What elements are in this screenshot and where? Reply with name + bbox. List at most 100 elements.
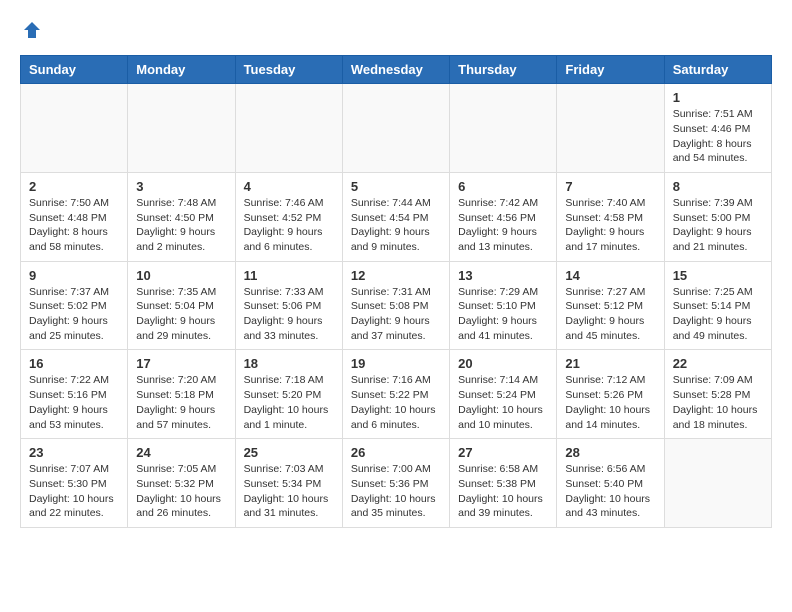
day-info: Sunrise: 7:31 AM Sunset: 5:08 PM Dayligh… [351, 285, 441, 344]
day-number: 10 [136, 268, 226, 283]
calendar-cell: 19 Sunrise: 7:16 AM Sunset: 5:22 PM Dayli… [342, 350, 449, 439]
weekday-header: Friday [557, 56, 664, 84]
day-number: 5 [351, 179, 441, 194]
calendar-week-row: 16 Sunrise: 7:22 AM Sunset: 5:16 PM Dayli… [21, 350, 772, 439]
day-number: 20 [458, 356, 548, 371]
calendar-cell: 2 Sunrise: 7:50 AM Sunset: 4:48 PM Daylig… [21, 172, 128, 261]
calendar-cell: 21 Sunrise: 7:12 AM Sunset: 5:26 PM Dayli… [557, 350, 664, 439]
calendar-cell: 23 Sunrise: 7:07 AM Sunset: 5:30 PM Dayli… [21, 439, 128, 528]
weekday-header: Wednesday [342, 56, 449, 84]
weekday-header-row: SundayMondayTuesdayWednesdayThursdayFrid… [21, 56, 772, 84]
calendar-cell: 12Sunrise: 7:31 AM Sunset: 5:08 PM Dayli… [342, 261, 449, 350]
logo [20, 20, 42, 45]
day-info: Sunrise: 7:22 AM Sunset: 5:16 PM Dayligh… [29, 373, 119, 432]
day-number: 26 [351, 445, 441, 460]
calendar-cell [557, 84, 664, 173]
calendar-cell: 13 Sunrise: 7:29 AM Sunset: 5:10 PM Dayli… [450, 261, 557, 350]
calendar-cell: 10 Sunrise: 7:35 AM Sunset: 5:04 PM Dayli… [128, 261, 235, 350]
day-info: Sunrise: 7:42 AM Sunset: 4:56 PM Dayligh… [458, 196, 548, 255]
day-info: Sunrise: 7:46 AM Sunset: 4:52 PM Dayligh… [244, 196, 334, 255]
day-number: 21 [565, 356, 655, 371]
day-info: Sunrise: 7:07 AM Sunset: 5:30 PM Dayligh… [29, 462, 119, 521]
day-info: Sunrise: 7:39 AM Sunset: 5:00 PM Dayligh… [673, 196, 763, 255]
calendar-cell [664, 439, 771, 528]
day-number: 9 [29, 268, 119, 283]
weekday-header: Tuesday [235, 56, 342, 84]
day-info: Sunrise: 6:56 AM Sunset: 5:40 PM Dayligh… [565, 462, 655, 521]
calendar-cell: 20 Sunrise: 7:14 AM Sunset: 5:24 PM Dayli… [450, 350, 557, 439]
logo-icon [22, 20, 42, 40]
day-info: Sunrise: 7:50 AM Sunset: 4:48 PM Dayligh… [29, 196, 119, 255]
calendar-week-row: 9 Sunrise: 7:37 AM Sunset: 5:02 PM Daylig… [21, 261, 772, 350]
weekday-header: Monday [128, 56, 235, 84]
calendar-cell: 22 Sunrise: 7:09 AM Sunset: 5:28 PM Dayli… [664, 350, 771, 439]
calendar-table: SundayMondayTuesdayWednesdayThursdayFrid… [20, 55, 772, 528]
calendar-cell: 11 Sunrise: 7:33 AM Sunset: 5:06 PM Dayli… [235, 261, 342, 350]
weekday-header: Sunday [21, 56, 128, 84]
day-number: 28 [565, 445, 655, 460]
calendar-cell: 1 Sunrise: 7:51 AM Sunset: 4:46 PM Daylig… [664, 84, 771, 173]
day-number: 18 [244, 356, 334, 371]
day-number: 8 [673, 179, 763, 194]
day-number: 22 [673, 356, 763, 371]
calendar-cell: 5Sunrise: 7:44 AM Sunset: 4:54 PM Daylig… [342, 172, 449, 261]
day-info: Sunrise: 7:33 AM Sunset: 5:06 PM Dayligh… [244, 285, 334, 344]
day-number: 1 [673, 90, 763, 105]
calendar-cell: 24Sunrise: 7:05 AM Sunset: 5:32 PM Dayli… [128, 439, 235, 528]
calendar-cell [450, 84, 557, 173]
day-info: Sunrise: 7:25 AM Sunset: 5:14 PM Dayligh… [673, 285, 763, 344]
day-info: Sunrise: 7:16 AM Sunset: 5:22 PM Dayligh… [351, 373, 441, 432]
calendar-cell: 8 Sunrise: 7:39 AM Sunset: 5:00 PM Daylig… [664, 172, 771, 261]
calendar-cell [342, 84, 449, 173]
day-number: 2 [29, 179, 119, 194]
day-number: 15 [673, 268, 763, 283]
calendar-cell: 3 Sunrise: 7:48 AM Sunset: 4:50 PM Daylig… [128, 172, 235, 261]
calendar-cell: 4Sunrise: 7:46 AM Sunset: 4:52 PM Daylig… [235, 172, 342, 261]
day-info: Sunrise: 7:14 AM Sunset: 5:24 PM Dayligh… [458, 373, 548, 432]
day-number: 14 [565, 268, 655, 283]
day-number: 25 [244, 445, 334, 460]
weekday-header: Saturday [664, 56, 771, 84]
calendar-week-row: 2 Sunrise: 7:50 AM Sunset: 4:48 PM Daylig… [21, 172, 772, 261]
day-info: Sunrise: 7:18 AM Sunset: 5:20 PM Dayligh… [244, 373, 334, 432]
calendar-cell: 27 Sunrise: 6:58 AM Sunset: 5:38 PM Dayli… [450, 439, 557, 528]
day-number: 19 [351, 356, 441, 371]
day-info: Sunrise: 7:00 AM Sunset: 5:36 PM Dayligh… [351, 462, 441, 521]
calendar-cell [128, 84, 235, 173]
calendar-week-row: 23 Sunrise: 7:07 AM Sunset: 5:30 PM Dayli… [21, 439, 772, 528]
day-info: Sunrise: 7:29 AM Sunset: 5:10 PM Dayligh… [458, 285, 548, 344]
day-info: Sunrise: 7:37 AM Sunset: 5:02 PM Dayligh… [29, 285, 119, 344]
day-number: 11 [244, 268, 334, 283]
day-info: Sunrise: 7:51 AM Sunset: 4:46 PM Dayligh… [673, 107, 763, 166]
calendar-cell: 28 Sunrise: 6:56 AM Sunset: 5:40 PM Dayli… [557, 439, 664, 528]
calendar-cell: 15 Sunrise: 7:25 AM Sunset: 5:14 PM Dayli… [664, 261, 771, 350]
page-header [20, 20, 772, 45]
day-number: 27 [458, 445, 548, 460]
calendar-cell: 16 Sunrise: 7:22 AM Sunset: 5:16 PM Dayli… [21, 350, 128, 439]
calendar-cell: 14 Sunrise: 7:27 AM Sunset: 5:12 PM Dayli… [557, 261, 664, 350]
day-number: 17 [136, 356, 226, 371]
day-info: Sunrise: 7:35 AM Sunset: 5:04 PM Dayligh… [136, 285, 226, 344]
day-number: 24 [136, 445, 226, 460]
day-number: 16 [29, 356, 119, 371]
calendar-cell: 7 Sunrise: 7:40 AM Sunset: 4:58 PM Daylig… [557, 172, 664, 261]
day-info: Sunrise: 7:48 AM Sunset: 4:50 PM Dayligh… [136, 196, 226, 255]
day-info: Sunrise: 7:12 AM Sunset: 5:26 PM Dayligh… [565, 373, 655, 432]
day-info: Sunrise: 7:40 AM Sunset: 4:58 PM Dayligh… [565, 196, 655, 255]
day-number: 13 [458, 268, 548, 283]
day-number: 3 [136, 179, 226, 194]
calendar-cell: 26 Sunrise: 7:00 AM Sunset: 5:36 PM Dayli… [342, 439, 449, 528]
day-number: 6 [458, 179, 548, 194]
day-info: Sunrise: 7:09 AM Sunset: 5:28 PM Dayligh… [673, 373, 763, 432]
day-info: Sunrise: 7:27 AM Sunset: 5:12 PM Dayligh… [565, 285, 655, 344]
calendar-cell: 17 Sunrise: 7:20 AM Sunset: 5:18 PM Dayli… [128, 350, 235, 439]
day-info: Sunrise: 6:58 AM Sunset: 5:38 PM Dayligh… [458, 462, 548, 521]
day-info: Sunrise: 7:03 AM Sunset: 5:34 PM Dayligh… [244, 462, 334, 521]
calendar-cell: 6 Sunrise: 7:42 AM Sunset: 4:56 PM Daylig… [450, 172, 557, 261]
day-info: Sunrise: 7:20 AM Sunset: 5:18 PM Dayligh… [136, 373, 226, 432]
day-number: 23 [29, 445, 119, 460]
calendar-cell [235, 84, 342, 173]
day-number: 7 [565, 179, 655, 194]
calendar-cell: 25 Sunrise: 7:03 AM Sunset: 5:34 PM Dayli… [235, 439, 342, 528]
calendar-week-row: 1 Sunrise: 7:51 AM Sunset: 4:46 PM Daylig… [21, 84, 772, 173]
